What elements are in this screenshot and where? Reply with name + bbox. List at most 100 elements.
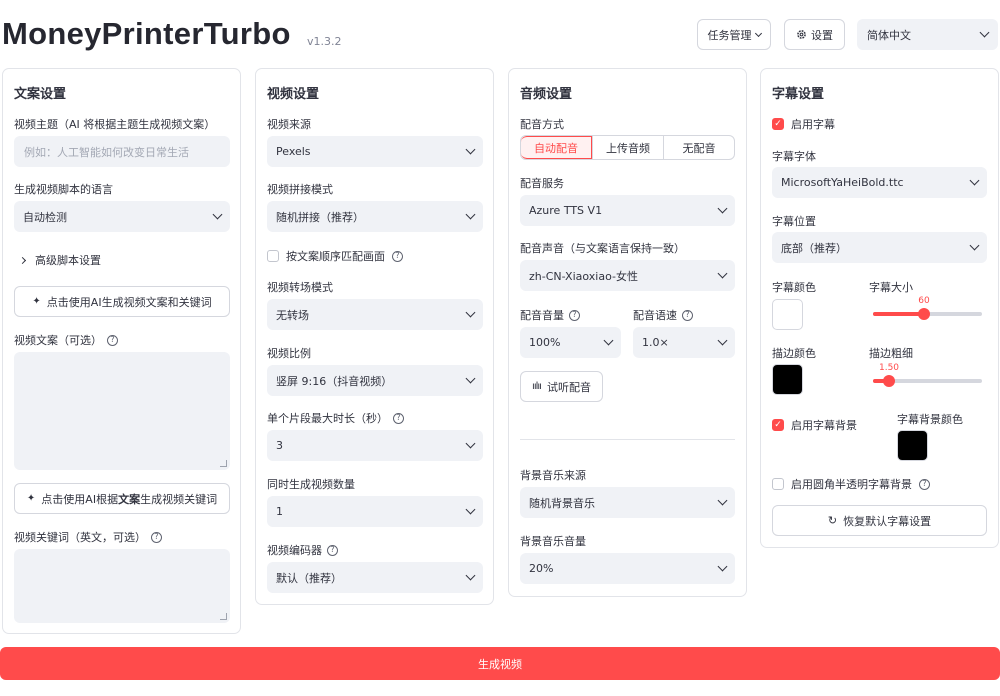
subtitle-position-label: 字幕位置 (772, 215, 816, 228)
chevron-down-icon (465, 570, 476, 581)
voice-mode-upload[interactable]: 上传音频 (592, 136, 663, 159)
transition-value: 无转场 (276, 308, 309, 322)
bgm-volume-select[interactable]: 20% (520, 553, 735, 584)
resize-handle-icon[interactable] (220, 460, 227, 467)
slider-fill (873, 312, 924, 316)
codec-label: 视频编码器 ? (267, 542, 338, 558)
tts-service-label: 配音服务 (520, 177, 564, 190)
keywords-textarea[interactable] (14, 549, 230, 623)
chevron-down-icon (717, 561, 728, 572)
sparkle-icon: ✦ (32, 296, 41, 307)
help-icon[interactable]: ? (151, 531, 162, 543)
subtitle-font-select[interactable]: MicrosoftYaHeiBold.ttc (772, 167, 987, 198)
bgm-volume-label: 背景音乐音量 (520, 535, 586, 548)
concat-mode-label: 视频拼接模式 (267, 183, 333, 196)
clip-duration-select[interactable]: 3 (267, 430, 483, 461)
reset-subtitle-button[interactable]: ↻ 恢复默认字幕设置 (772, 505, 987, 536)
subtitle-settings-panel: 字幕设置 ✓ 启用字幕 字幕字体 MicrosoftYaHeiBold.ttc … (760, 68, 999, 548)
voice-speed-select[interactable]: 1.0× (633, 327, 735, 358)
task-management-label: 任务管理 (707, 28, 752, 42)
subtitle-size-slider[interactable]: 60 (873, 296, 982, 320)
voice-label: 配音声音（与文案语言保持一致） (520, 242, 685, 255)
help-icon[interactable]: ? (392, 250, 403, 262)
voice-speed-label-text: 配音语速 (633, 309, 677, 322)
resize-handle-icon[interactable] (220, 613, 227, 620)
chevron-down-icon (465, 438, 476, 449)
match-order-label: 按文案顺序匹配画面 (286, 250, 385, 263)
subtitle-bg-color-label: 字幕背景颜色 (897, 413, 963, 426)
chevron-down-icon (717, 203, 728, 214)
voice-volume-select[interactable]: 100% (520, 327, 621, 358)
ai-keywords-suffix: 生成视频关键词 (140, 492, 218, 506)
voice-mode-auto[interactable]: 自动配音 (521, 136, 592, 159)
advanced-settings-label: 高级脚本设置 (35, 254, 101, 267)
video-settings-panel: 视频设置 视频来源 Pexels 视频拼接模式 随机拼接（推荐） 按文案顺序匹配… (255, 68, 494, 605)
video-count-select[interactable]: 1 (267, 496, 483, 527)
clip-duration-label: 单个片段最大时长（秒） ? (267, 410, 404, 426)
concat-mode-select[interactable]: 随机拼接（推荐） (267, 201, 483, 232)
app-title: MoneyPrinterTurbo (2, 16, 291, 51)
voice-select[interactable]: zh-CN-Xiaoxiao-女性 (520, 260, 735, 291)
generate-video-label: 生成视频 (478, 657, 522, 671)
chevron-down-icon (603, 335, 614, 346)
stroke-width-slider[interactable]: 1.50 (873, 363, 982, 387)
preview-voice-button[interactable]: ıılıı 试听配音 (520, 371, 603, 402)
transition-select[interactable]: 无转场 (267, 299, 483, 330)
chevron-down-icon (465, 307, 476, 318)
enable-subtitle-checkbox[interactable]: ✓ (772, 118, 784, 130)
match-order-checkbox-row[interactable]: 按文案顺序匹配画面 ? (267, 248, 403, 264)
match-order-checkbox[interactable] (267, 250, 279, 262)
bgm-source-select[interactable]: 随机背景音乐 (520, 487, 735, 518)
subtitle-color-picker[interactable] (772, 299, 803, 330)
audio-settings-panel: 音频设置 配音方式 自动配音 上传音频 无配音 配音服务 Azure TTS V… (508, 68, 747, 597)
slider-thumb[interactable] (918, 308, 930, 320)
video-source-select[interactable]: Pexels (267, 136, 483, 167)
subtitle-color-label: 字幕颜色 (772, 281, 816, 294)
voice-mode-segmented: 自动配音 上传音频 无配音 (520, 135, 735, 160)
ai-generate-script-label: 点击使用AI生成视频文案和关键词 (46, 295, 212, 309)
stroke-width-label: 描边粗细 (869, 347, 913, 360)
stroke-color-picker[interactable] (772, 364, 803, 395)
help-icon[interactable]: ? (682, 309, 693, 321)
subject-input[interactable]: 例如：人工智能如何改变日常生活 (14, 136, 230, 167)
subtitle-font-label: 字幕字体 (772, 150, 816, 163)
video-count-value: 1 (276, 505, 283, 518)
subtitle-position-select[interactable]: 底部（推荐） (772, 232, 987, 263)
transition-label: 视频转场模式 (267, 281, 333, 294)
ai-keywords-label: 点击使用AI根据文案生成视频关键词 (41, 491, 217, 507)
enable-subtitle-row[interactable]: ✓ 启用字幕 (772, 116, 835, 132)
settings-button[interactable]: 设置 (784, 19, 845, 50)
slider-thumb[interactable] (883, 375, 895, 387)
script-language-select[interactable]: 自动检测 (14, 201, 230, 232)
video-script-label-text: 视频文案（可选） (14, 334, 102, 347)
task-management-button[interactable]: 任务管理 (697, 19, 771, 50)
refresh-icon: ↻ (827, 514, 838, 527)
ratio-select[interactable]: 竖屏 9:16（抖音视频） (267, 365, 483, 396)
language-select[interactable]: 简体中文 (857, 19, 998, 50)
advanced-settings-expander[interactable]: 高级脚本设置 (18, 252, 101, 268)
rounded-bg-row[interactable]: 启用圆角半透明字幕背景 ? (772, 476, 930, 492)
enable-subtitle-bg-row[interactable]: ✓ 启用字幕背景 (772, 417, 857, 433)
ai-generate-script-button[interactable]: ✦ 点击使用AI生成视频文案和关键词 (14, 286, 230, 317)
help-icon[interactable]: ? (393, 412, 404, 424)
rounded-bg-label: 启用圆角半透明字幕背景 (791, 478, 912, 491)
help-icon[interactable]: ? (569, 309, 580, 321)
voice-volume-label: 配音音量 ? (520, 307, 580, 323)
divider (520, 439, 735, 440)
subtitle-bg-color-picker[interactable] (897, 430, 928, 461)
video-count-label: 同时生成视频数量 (267, 478, 355, 491)
ratio-value: 竖屏 9:16（抖音视频） (276, 374, 393, 388)
rounded-bg-checkbox[interactable] (772, 478, 784, 490)
video-script-textarea[interactable] (14, 352, 230, 470)
subtitle-size-label: 字幕大小 (869, 281, 913, 294)
codec-select[interactable]: 默认（推荐） (267, 562, 483, 593)
ai-generate-keywords-button[interactable]: ✦ 点击使用AI根据文案生成视频关键词 (14, 483, 230, 514)
help-icon[interactable]: ? (107, 334, 118, 346)
panel-title: 视频设置 (267, 87, 320, 102)
enable-subtitle-bg-checkbox[interactable]: ✓ (772, 419, 784, 431)
voice-mode-none[interactable]: 无配音 (663, 136, 734, 159)
help-icon[interactable]: ? (327, 544, 338, 556)
help-icon[interactable]: ? (919, 478, 930, 490)
generate-video-button[interactable]: 生成视频 (0, 647, 1000, 680)
tts-service-select[interactable]: Azure TTS V1 (520, 195, 735, 226)
